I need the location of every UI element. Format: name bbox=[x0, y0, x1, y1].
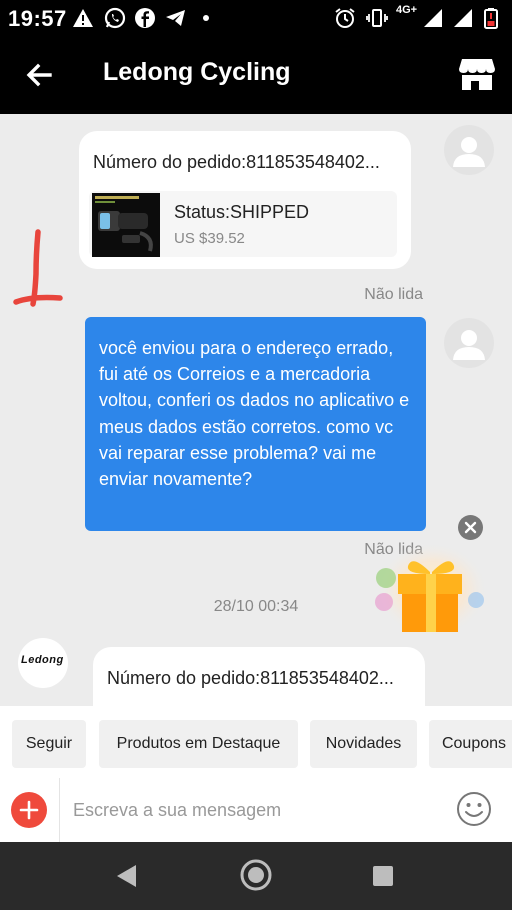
gift-icon[interactable] bbox=[372, 538, 488, 638]
shop-logo: Ledong bbox=[21, 654, 64, 666]
alert-icon bbox=[73, 9, 93, 27]
message-input-bar bbox=[0, 778, 512, 842]
order-product[interactable]: Status:SHIPPED US $39.52 bbox=[89, 191, 397, 257]
app-header: Ledong Cycling bbox=[0, 36, 512, 114]
system-nav-bar bbox=[0, 842, 512, 910]
message-input[interactable] bbox=[66, 790, 446, 830]
customer-message-bubble[interactable]: você enviou para o endereço errado, fui … bbox=[85, 317, 426, 531]
store-title: Ledong Cycling bbox=[103, 58, 291, 86]
red-annotation-mark bbox=[13, 229, 63, 307]
close-icon bbox=[464, 521, 477, 534]
nav-home-icon[interactable] bbox=[239, 858, 273, 892]
battery-low-icon bbox=[484, 8, 498, 29]
quick-reply-new-arrivals[interactable]: Novidades bbox=[310, 720, 417, 768]
signal-icon bbox=[454, 9, 472, 27]
order-card[interactable]: Número do pedido:811853548402... bbox=[93, 647, 425, 706]
quick-reply-follow[interactable]: Seguir bbox=[12, 720, 86, 768]
status-time: 19:57 bbox=[8, 6, 67, 31]
alarm-icon bbox=[335, 8, 355, 28]
emoji-icon[interactable] bbox=[456, 791, 492, 827]
back-arrow-icon[interactable] bbox=[22, 58, 56, 92]
quick-reply-coupons[interactable]: Coupons bbox=[429, 720, 512, 768]
order-number: Número do pedido:811853548402... bbox=[93, 152, 380, 172]
nav-recents-icon[interactable] bbox=[372, 865, 394, 887]
signal-icon bbox=[424, 9, 442, 27]
network-type: 4G+ bbox=[396, 4, 418, 16]
nav-back-icon[interactable] bbox=[114, 863, 140, 889]
add-attachment-button[interactable] bbox=[11, 792, 47, 828]
order-card[interactable]: Número do pedido:811853548402... Status:… bbox=[79, 131, 411, 269]
status-bar: 19:57 4G+ bbox=[0, 0, 512, 36]
quick-replies-bar: Seguir Produtos em Destaque Novidades Co… bbox=[0, 706, 512, 778]
dot-icon bbox=[203, 15, 209, 21]
avatar bbox=[444, 125, 494, 175]
unread-label: Não lida bbox=[364, 286, 423, 303]
order-price: US $39.52 bbox=[174, 230, 245, 247]
avatar bbox=[444, 318, 494, 368]
chat-area[interactable]: Número do pedido:811853548402... Status:… bbox=[0, 114, 512, 706]
plus-icon bbox=[19, 800, 39, 820]
divider bbox=[59, 778, 60, 842]
product-thumbnail bbox=[92, 193, 160, 257]
close-gift-button[interactable] bbox=[458, 515, 483, 540]
order-number: Número do pedido:811853548402... bbox=[107, 668, 394, 688]
facebook-icon bbox=[135, 8, 155, 28]
order-status: Status:SHIPPED bbox=[174, 202, 310, 222]
shop-logo-avatar[interactable]: Ledong bbox=[18, 638, 68, 688]
vibrate-icon bbox=[366, 9, 388, 27]
quick-reply-featured-products[interactable]: Produtos em Destaque bbox=[99, 720, 298, 768]
store-icon[interactable] bbox=[458, 56, 496, 92]
telegram-icon bbox=[166, 10, 185, 26]
whatsapp-icon bbox=[104, 7, 126, 29]
